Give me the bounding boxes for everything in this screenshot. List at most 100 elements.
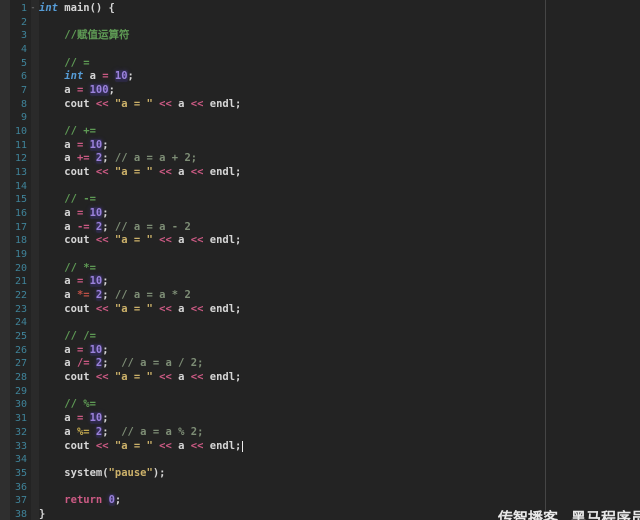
- outline-margin-cell: [27, 166, 39, 180]
- code-line[interactable]: 14: [0, 180, 640, 194]
- line-number[interactable]: 5: [0, 57, 27, 71]
- code-text: a /= 2; // a = a / 2;: [39, 357, 203, 371]
- code-line[interactable]: 4: [0, 43, 640, 57]
- token-pl: );: [152, 466, 166, 479]
- line-number[interactable]: 6: [0, 70, 27, 84]
- line-number[interactable]: 38: [0, 508, 27, 520]
- line-number[interactable]: 20: [0, 262, 27, 276]
- line-number[interactable]: 10: [0, 125, 27, 139]
- line-number[interactable]: 22: [0, 289, 27, 303]
- line-number[interactable]: 7: [0, 84, 27, 98]
- code-line[interactable]: 9: [0, 111, 640, 125]
- code-line[interactable]: 33 cout << "a = " << a << endl;: [0, 440, 640, 454]
- code-line[interactable]: 10 // +=: [0, 125, 640, 139]
- code-line[interactable]: 1- int main() {: [0, 2, 640, 16]
- token-op: +=: [76, 152, 90, 165]
- code-line[interactable]: 32 a %= 2; // a = a % 2;: [0, 425, 640, 440]
- code-line[interactable]: 18 cout << "a = " << a << endl;: [0, 234, 640, 248]
- line-number[interactable]: 37: [0, 494, 27, 508]
- line-number[interactable]: 36: [0, 481, 27, 495]
- code-line[interactable]: 22 a *= 2; // a = a * 2: [0, 289, 640, 303]
- code-line[interactable]: 2: [0, 16, 640, 30]
- line-number[interactable]: 34: [0, 453, 27, 467]
- line-number[interactable]: 25: [0, 330, 27, 344]
- line-number[interactable]: 26: [0, 344, 27, 358]
- line-number[interactable]: 31: [0, 412, 27, 426]
- code-line[interactable]: 29: [0, 385, 640, 399]
- code-line[interactable]: 6 int a = 10;: [0, 70, 640, 84]
- code-line[interactable]: 35 system("pause");: [0, 467, 640, 481]
- line-number[interactable]: 32: [0, 426, 27, 440]
- line-number[interactable]: 15: [0, 193, 27, 207]
- outline-collapse-icon[interactable]: -: [27, 2, 39, 16]
- line-number[interactable]: 14: [0, 180, 27, 194]
- code-text: return 0;: [39, 494, 121, 508]
- line-number[interactable]: 27: [0, 357, 27, 371]
- line-number[interactable]: 8: [0, 98, 27, 112]
- line-number[interactable]: 24: [0, 316, 27, 330]
- code-line[interactable]: 30 // %=: [0, 398, 640, 412]
- token-pl: cout: [39, 302, 96, 315]
- line-number[interactable]: 13: [0, 166, 27, 180]
- code-line[interactable]: 13 cout << "a = " << a << endl;: [0, 166, 640, 180]
- code-line[interactable]: 16 a = 10;: [0, 207, 640, 221]
- token-pl: ;: [102, 412, 109, 425]
- outline-margin-cell: [27, 43, 39, 57]
- code-line[interactable]: 5 // =: [0, 57, 640, 71]
- outline-margin-cell: [27, 98, 39, 112]
- code-line[interactable]: 11 a = 10;: [0, 138, 640, 153]
- token-com: // +=: [64, 125, 96, 138]
- code-line[interactable]: 23 cout << "a = " << a << endl;: [0, 303, 640, 317]
- code-line[interactable]: 20 // *=: [0, 262, 640, 276]
- line-number[interactable]: 9: [0, 111, 27, 125]
- code-text: // /=: [39, 330, 96, 344]
- line-number[interactable]: 18: [0, 234, 27, 248]
- line-number[interactable]: 23: [0, 303, 27, 317]
- line-number[interactable]: 33: [0, 440, 27, 454]
- line-number[interactable]: 2: [0, 16, 27, 30]
- code-line[interactable]: 17 a -= 2; // a = a - 2: [0, 220, 640, 235]
- code-line[interactable]: 27 a /= 2; // a = a / 2;: [0, 357, 640, 371]
- line-number[interactable]: 29: [0, 385, 27, 399]
- line-number[interactable]: 12: [0, 152, 27, 166]
- line-number[interactable]: 16: [0, 207, 27, 221]
- token-pl: a: [39, 412, 77, 425]
- code-line[interactable]: 8 cout << "a = " << a << endl;: [0, 98, 640, 112]
- code-line[interactable]: 31 a = 10;: [0, 412, 640, 426]
- watermark-left-text: 传智播客: [498, 509, 559, 520]
- outline-margin-cell: [27, 125, 39, 139]
- line-number[interactable]: 21: [0, 275, 27, 289]
- line-number[interactable]: 11: [0, 139, 27, 153]
- code-line[interactable]: 25 // /=: [0, 330, 640, 344]
- line-number[interactable]: 4: [0, 43, 27, 57]
- code-line[interactable]: 19: [0, 248, 640, 262]
- line-number[interactable]: 30: [0, 398, 27, 412]
- line-number[interactable]: 28: [0, 371, 27, 385]
- code-line[interactable]: 34: [0, 453, 640, 467]
- outline-margin-cell: [27, 453, 39, 467]
- token-pl: main() {: [57, 2, 115, 14]
- line-number[interactable]: 17: [0, 221, 27, 235]
- code-line[interactable]: 37 return 0;: [0, 494, 640, 508]
- code-line[interactable]: 12 a += 2; // a = a + 2;: [0, 152, 640, 166]
- code-line[interactable]: 28 cout << "a = " << a << endl;: [0, 371, 640, 385]
- code-line[interactable]: 26 a = 10;: [0, 343, 640, 358]
- token-com: //赋值运算符: [64, 29, 130, 42]
- code-line[interactable]: 21 a = 10;: [0, 275, 640, 289]
- line-number[interactable]: 1: [0, 2, 27, 16]
- code-line[interactable]: 24: [0, 316, 640, 330]
- code-line[interactable]: 3 //赋值运算符: [0, 29, 640, 43]
- line-number[interactable]: 35: [0, 467, 27, 481]
- code-line[interactable]: 15 // -=: [0, 193, 640, 207]
- line-number[interactable]: 3: [0, 29, 27, 43]
- code-line[interactable]: 36: [0, 481, 640, 495]
- token-pl: ;: [102, 275, 109, 288]
- line-number[interactable]: 19: [0, 248, 27, 262]
- token-pl: a: [39, 289, 77, 302]
- token-str: "a = ": [114, 166, 153, 179]
- code-line[interactable]: 7 a = 100;: [0, 84, 640, 98]
